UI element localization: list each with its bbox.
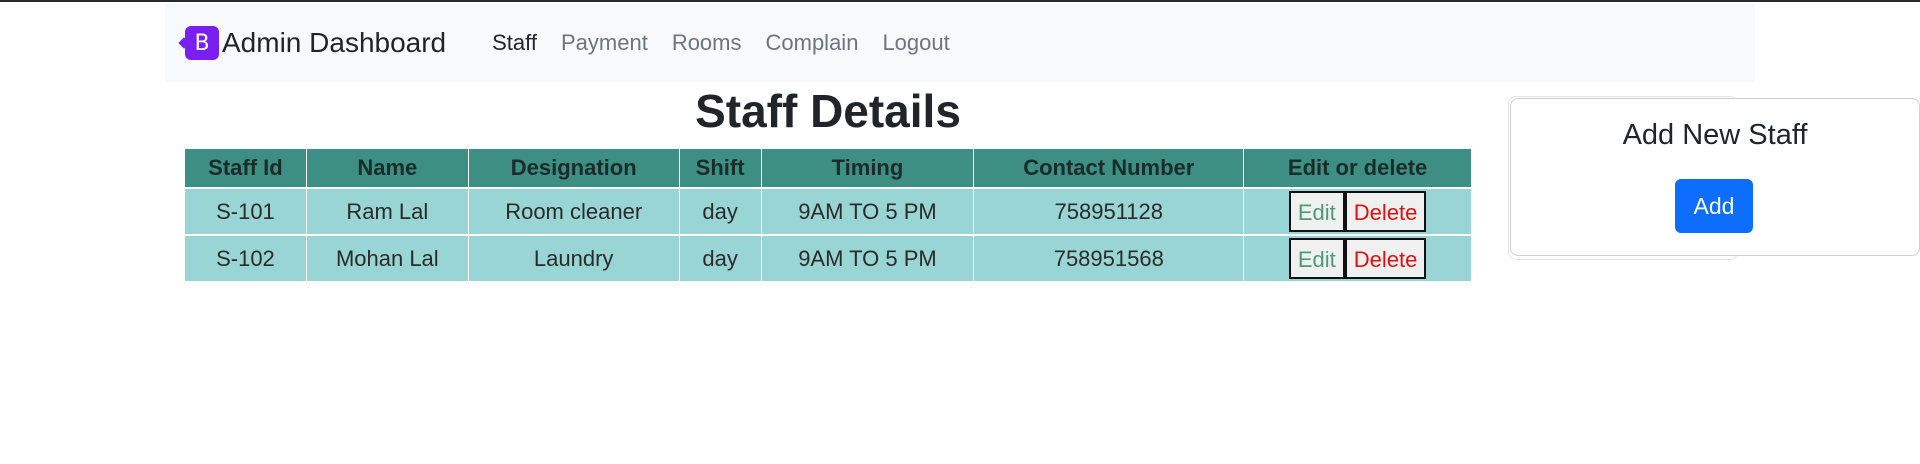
cell-shift: day — [678, 187, 762, 236]
nav-menu: Staff Payment Rooms Complain Logout — [480, 30, 962, 56]
cell-timing: 9AM TO 5 PM — [760, 187, 975, 236]
bootstrap-logo-icon: B — [185, 26, 219, 60]
column-header-designation: Designation — [467, 148, 680, 189]
table-row: S-102 Mohan Lal Laundry day 9AM TO 5 PM … — [184, 234, 1472, 282]
nav-link-complain[interactable]: Complain — [754, 30, 871, 56]
cell-contact-number: 758951568 — [973, 234, 1245, 282]
add-staff-button[interactable]: Add — [1675, 179, 1753, 233]
column-header-edit-or-delete: Edit or delete — [1243, 148, 1472, 189]
delete-button[interactable]: Delete — [1344, 238, 1427, 279]
cell-name: Mohan Lal — [305, 234, 469, 282]
column-header-name: Name — [305, 148, 469, 189]
card-title: Add New Staff — [1622, 119, 1808, 151]
page-title: Staff Details — [695, 85, 961, 137]
table-header-row: Staff Id Name Designation Shift Timing C… — [184, 148, 1472, 189]
top-border — [0, 0, 1920, 2]
nav-link-payment[interactable]: Payment — [549, 30, 660, 56]
edit-button[interactable]: Edit — [1288, 191, 1345, 232]
nav-link-logout[interactable]: Logout — [870, 30, 961, 56]
brand-text: Admin Dashboard — [222, 27, 447, 58]
cell-shift: day — [678, 234, 762, 282]
add-staff-card: Add New Staff Add — [1510, 98, 1920, 256]
staff-table: Staff Id Name Designation Shift Timing C… — [184, 148, 1472, 282]
navbar: B Admin Dashboard Staff Payment Rooms Co… — [165, 4, 1755, 82]
column-header-contact-number: Contact Number — [973, 148, 1245, 189]
cell-name: Ram Lal — [305, 187, 469, 236]
edit-button[interactable]: Edit — [1288, 238, 1345, 279]
nav-link-staff[interactable]: Staff — [480, 30, 549, 56]
cell-actions: Edit Delete — [1243, 234, 1472, 282]
table-row: S-101 Ram Lal Room cleaner day 9AM TO 5 … — [184, 187, 1472, 236]
cell-staff-id: S-101 — [184, 187, 307, 236]
column-header-staff-id: Staff Id — [184, 148, 307, 189]
column-header-shift: Shift — [678, 148, 762, 189]
brand-link[interactable]: B Admin Dashboard — [185, 26, 446, 60]
cell-contact-number: 758951128 — [973, 187, 1245, 236]
column-header-timing: Timing — [760, 148, 975, 189]
nav-link-rooms[interactable]: Rooms — [660, 30, 754, 56]
cell-staff-id: S-102 — [184, 234, 307, 282]
delete-button[interactable]: Delete — [1344, 191, 1427, 232]
cell-designation: Room cleaner — [467, 187, 680, 236]
cell-actions: Edit Delete — [1243, 187, 1472, 236]
cell-designation: Laundry — [467, 234, 680, 282]
cell-timing: 9AM TO 5 PM — [760, 234, 975, 282]
